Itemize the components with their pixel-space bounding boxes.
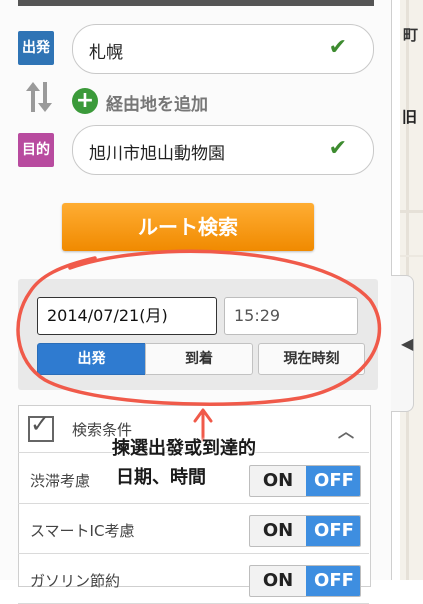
condition-label: スマートIC考慮 bbox=[30, 522, 135, 540]
add-waypoint-button[interactable]: 経由地を追加 bbox=[106, 90, 208, 115]
origin-tag: 出発 bbox=[18, 31, 54, 65]
smart-ic-toggle[interactable]: ON OFF bbox=[249, 515, 361, 547]
annotation-line: 日期、時間 bbox=[116, 467, 206, 488]
check-icon: ✔ bbox=[328, 35, 347, 60]
route-search-button[interactable]: ルート検索 bbox=[62, 203, 314, 251]
origin-value: 札幌 bbox=[89, 43, 123, 63]
date-input[interactable]: 2014/07/21(月) bbox=[37, 297, 217, 335]
condition-row: スマートIC考慮 ON OFF bbox=[18, 507, 369, 554]
annotation-note: 揀選出發或到達的 日期、時間 bbox=[112, 434, 256, 492]
chevron-left-icon[interactable]: ◀ bbox=[401, 334, 413, 353]
destination-value: 旭川市旭山動物園 bbox=[89, 144, 225, 164]
check-icon: ✔ bbox=[328, 136, 347, 161]
annotation-line: 揀選出發或到達的 bbox=[112, 438, 256, 459]
map-road bbox=[400, 255, 423, 257]
toggle-off[interactable]: OFF bbox=[306, 566, 360, 596]
plus-circle-icon[interactable]: + bbox=[72, 88, 98, 114]
mode-arrival-button[interactable]: 到着 bbox=[145, 343, 253, 375]
chevron-up-icon[interactable]: ︿ bbox=[338, 418, 354, 442]
toggle-off[interactable]: OFF bbox=[306, 516, 360, 546]
map-label: 町 bbox=[403, 26, 419, 44]
condition-label: ガソリン節約 bbox=[30, 572, 121, 590]
top-divider bbox=[18, 0, 374, 6]
toggle-off[interactable]: OFF bbox=[306, 466, 360, 496]
swap-arrows-icon[interactable] bbox=[24, 80, 54, 114]
condition-label: 渋滞考慮 bbox=[30, 472, 91, 490]
destination-tag: 目的 bbox=[18, 133, 54, 167]
traffic-toggle[interactable]: ON OFF bbox=[249, 465, 361, 497]
check-icon: ✓ bbox=[30, 410, 51, 438]
time-input[interactable]: 15:29 bbox=[224, 297, 358, 335]
origin-field[interactable]: 札幌 ✔ bbox=[72, 24, 374, 74]
destination-field[interactable]: 旭川市旭山動物園 ✔ bbox=[72, 125, 374, 175]
toggle-on[interactable]: ON bbox=[250, 566, 306, 596]
map-road bbox=[400, 210, 423, 213]
gas-saving-toggle[interactable]: ON OFF bbox=[249, 565, 361, 597]
mode-now-button[interactable]: 現在時刻 bbox=[258, 343, 365, 375]
mode-departure-button[interactable]: 出発 bbox=[37, 343, 146, 375]
toggle-on[interactable]: ON bbox=[250, 466, 306, 496]
map-label: 旧 bbox=[402, 108, 418, 126]
toggle-on[interactable]: ON bbox=[250, 516, 306, 546]
condition-row: ガソリン節約 ON OFF bbox=[18, 557, 369, 604]
